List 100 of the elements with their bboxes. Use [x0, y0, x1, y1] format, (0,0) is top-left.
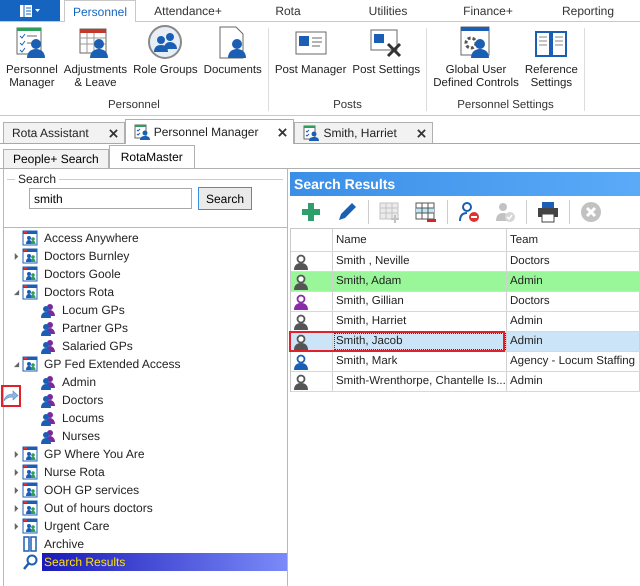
tree-item[interactable]: GP Fed Extended Access [42, 355, 183, 373]
ribbon-tab[interactable]: Rota [238, 0, 338, 21]
tree-item[interactable]: Locums [60, 409, 106, 427]
tree-item[interactable]: Admin [60, 373, 98, 391]
table-cell: Smith, Jacob [333, 332, 507, 351]
ribbon-button[interactable]: Adjustments & Leave [62, 24, 130, 99]
close-icon[interactable] [108, 128, 118, 138]
ribbon-tab[interactable]: Utilities [338, 0, 438, 21]
sub-tab[interactable]: People+ Search [3, 149, 109, 168]
document-tab[interactable]: Smith, Harriet [294, 122, 433, 143]
people-icon [40, 392, 56, 408]
team-icon [22, 446, 38, 462]
table-row[interactable]: Smith, Mark Agency - Locum Staffing [291, 352, 640, 372]
collapsed-arrow-icon[interactable] [12, 486, 20, 494]
table-row[interactable]: Smith-Wrenthorpe, Chantelle Is... Admin [291, 372, 640, 392]
collapsed-arrow-icon[interactable] [12, 468, 20, 476]
checklist-person-icon [303, 125, 320, 141]
expanded-arrow-icon[interactable] [12, 288, 20, 296]
search-button[interactable]: Search [198, 187, 252, 210]
tree-item[interactable]: Search Results [42, 553, 287, 571]
app-menu-icon [19, 4, 41, 18]
table-cell: Doctors [507, 252, 640, 271]
tree-item[interactable]: Doctors Goole [42, 265, 123, 283]
search-field[interactable]: smith [29, 188, 192, 209]
ribbon-button[interactable]: Post Manager [272, 24, 348, 99]
table-row[interactable]: Smith, Adam Admin [291, 272, 640, 292]
table-cell: Smith, Mark [333, 352, 507, 371]
document-tab[interactable]: Personnel Manager [124, 119, 294, 144]
tree-item[interactable]: Nurse Rota [42, 463, 107, 481]
people-icon [40, 374, 56, 390]
collapsed-arrow-icon[interactable] [12, 450, 20, 458]
tree-item[interactable]: Out of hours doctors [42, 499, 155, 517]
people-icon [40, 410, 56, 426]
document-tab[interactable]: Rota Assistant [3, 122, 125, 143]
binders-icon [22, 536, 38, 552]
table-cell: Smith, Harriet [333, 312, 507, 331]
app-menu-button[interactable] [0, 0, 60, 21]
ribbon-tab[interactable]: Personnel [64, 0, 136, 22]
tree-item[interactable]: OOH GP services [42, 481, 142, 499]
people-icon [40, 320, 56, 336]
ribbon-button[interactable]: Post Settings [350, 24, 422, 99]
table-cell: Admin [507, 272, 640, 291]
column-header[interactable]: Team [507, 229, 640, 251]
sub-tab[interactable]: RotaMaster [108, 145, 195, 168]
expanded-arrow-icon[interactable] [12, 360, 20, 368]
table-cell: Smith , Neville [333, 252, 507, 271]
group-label: Posts [333, 99, 362, 111]
tree-item[interactable]: Salaried GPs [60, 337, 135, 355]
team-icon [22, 500, 38, 516]
ribbon-button[interactable]: Role Groups [131, 24, 200, 99]
table-cell: Agency - Locum Staffing [507, 352, 640, 371]
ribbon-button[interactable]: Documents [202, 24, 264, 99]
tree-item[interactable]: Doctors Burnley [42, 247, 132, 265]
group-label: Personnel Settings [457, 99, 554, 111]
collapsed-arrow-icon[interactable] [12, 522, 20, 530]
table-cell: Admin [507, 332, 640, 351]
table-row[interactable]: Smith, Jacob Admin [291, 332, 640, 352]
ribbon-tab[interactable]: Finance+ [438, 0, 538, 21]
team-icon [22, 248, 38, 264]
ribbon-button[interactable]: Global User Defined Controls [431, 24, 521, 99]
team-icon [22, 518, 38, 534]
team-icon [22, 482, 38, 498]
tree-item[interactable]: Locum GPs [60, 301, 127, 319]
close-icon[interactable] [416, 128, 426, 138]
tree-item[interactable]: GP Where You Are [42, 445, 147, 463]
collapsed-arrow-icon[interactable] [12, 504, 20, 512]
ribbon-tab[interactable]: Attendance+ [138, 0, 238, 21]
collapsed-arrow-icon[interactable] [12, 252, 20, 260]
team-icon [22, 284, 38, 300]
table-cell: Smith-Wrenthorpe, Chantelle Is... [333, 372, 507, 391]
column-header[interactable]: Name [333, 229, 507, 251]
team-icon [22, 266, 38, 282]
tree-item[interactable]: Archive [42, 535, 86, 553]
search-legend: Search [15, 172, 60, 186]
tree-item[interactable]: Urgent Care [42, 517, 112, 535]
tree-item[interactable]: Access Anywhere [42, 229, 141, 247]
close-icon[interactable] [278, 128, 288, 136]
tree-item[interactable]: Doctors Rota [42, 283, 116, 301]
checklist-person-icon [134, 124, 150, 140]
tree-item[interactable]: Nurses [60, 427, 102, 445]
table-cell: Smith, Gillian [333, 292, 507, 311]
team-icon [22, 230, 38, 246]
people-icon [40, 302, 56, 318]
ribbon-button[interactable]: Reference Settings [522, 24, 580, 99]
table-cell: Admin [507, 312, 640, 331]
panel-title: Search Results [290, 172, 640, 196]
ribbon-tab[interactable]: Reporting [538, 0, 638, 21]
team-icon [22, 464, 38, 480]
roles-icon [147, 24, 184, 60]
table-cell: Smith, Adam [333, 272, 507, 291]
ribbon-button[interactable]: Personnel Manager [4, 24, 60, 99]
people-icon [40, 428, 56, 444]
table-row[interactable]: Smith, Gillian Doctors [291, 292, 640, 312]
tree-item[interactable]: Doctors [60, 391, 106, 409]
people-icon [40, 338, 56, 354]
tree-item[interactable]: Partner GPs [60, 319, 130, 337]
group-label: Personnel [108, 99, 160, 111]
table-cell: Admin [507, 372, 640, 391]
team-icon [22, 356, 38, 372]
table-cell: Doctors [507, 292, 640, 311]
